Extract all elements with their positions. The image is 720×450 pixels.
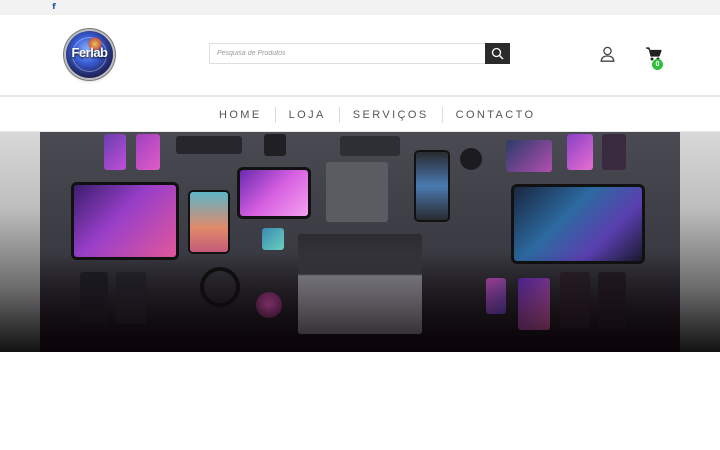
nav-item-servicos[interactable]: SERVIÇOS — [340, 109, 442, 121]
content-area — [0, 352, 720, 450]
search-icon — [491, 47, 504, 60]
hero-banner-image — [40, 132, 680, 352]
facebook-icon[interactable]: f — [51, 2, 57, 12]
nav-item-loja[interactable]: LOJA — [276, 109, 339, 121]
hero-section — [0, 132, 720, 352]
cart-count-badge: 0 — [652, 59, 663, 70]
site-logo[interactable]: Ferlab — [66, 31, 113, 78]
search-bar — [209, 43, 510, 64]
logo-text: Ferlab — [71, 45, 108, 60]
main-navigation: HOME LOJA SERVIÇOS CONTACTO — [0, 95, 720, 132]
site-header: Ferlab 0 — [0, 15, 720, 95]
search-input[interactable] — [209, 43, 485, 64]
hero-gradient-overlay — [40, 132, 680, 352]
user-account-icon[interactable] — [600, 46, 615, 62]
search-button[interactable] — [485, 43, 510, 64]
nav-item-home[interactable]: HOME — [206, 109, 275, 121]
top-bar: f — [0, 0, 720, 15]
nav-item-contacto[interactable]: CONTACTO — [443, 109, 549, 121]
